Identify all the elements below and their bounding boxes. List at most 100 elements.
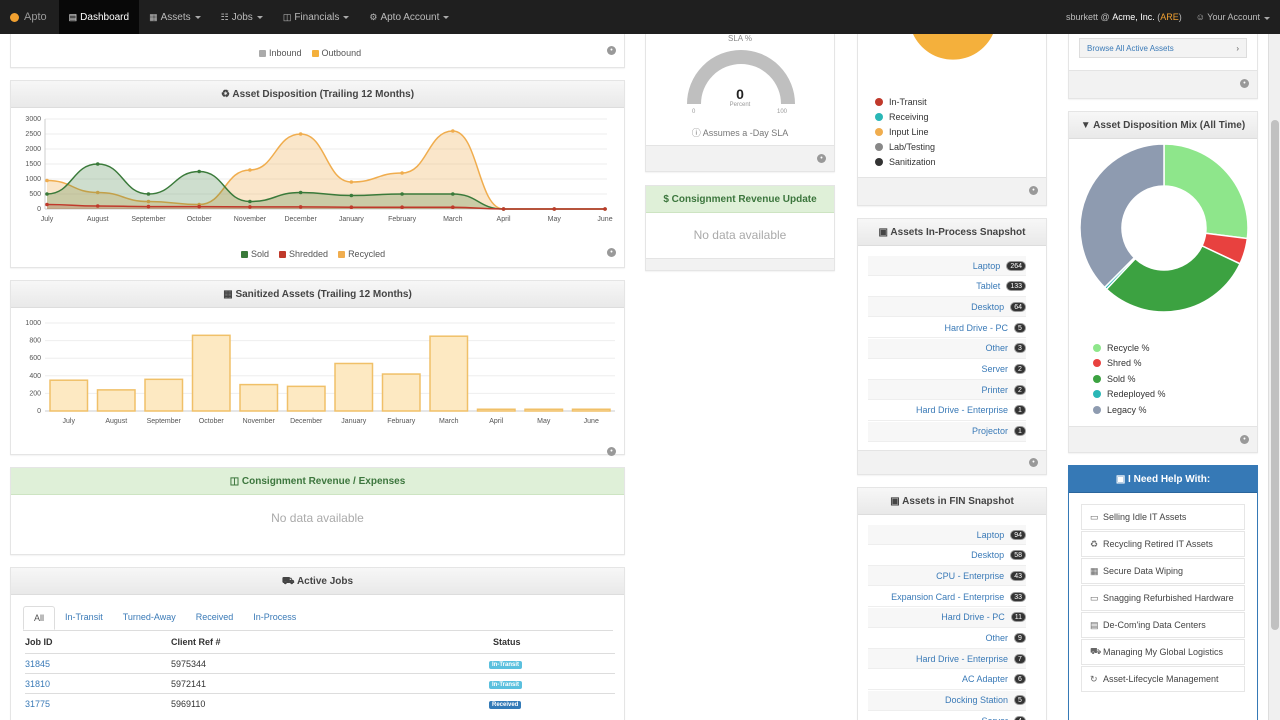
data-point[interactable] xyxy=(146,204,151,209)
bar[interactable] xyxy=(429,335,469,412)
data-point[interactable] xyxy=(197,204,201,209)
snapshot-row[interactable]: Laptop 264 xyxy=(868,256,1026,276)
nav-dashboard[interactable]: ▤ Dashboard xyxy=(58,0,140,34)
snapshot-link[interactable]: Other xyxy=(985,633,1008,643)
help-item-refurbished[interactable]: ▭ Snagging Refurbished Hardware xyxy=(1081,585,1245,611)
legend-item[interactable]: Sold % xyxy=(1093,371,1166,387)
table-row[interactable]: 31845 5975344 In-Transit xyxy=(25,653,615,673)
settings-icon[interactable]: • xyxy=(607,248,616,257)
scrollbar-thumb[interactable] xyxy=(1271,120,1279,630)
tab-all[interactable]: All xyxy=(23,606,56,630)
snapshot-row[interactable]: Projector 1 xyxy=(868,421,1026,442)
bar[interactable] xyxy=(571,408,611,412)
data-point[interactable] xyxy=(248,168,252,172)
snapshot-link[interactable]: Expansion Card - Enterprise xyxy=(891,592,1004,602)
data-point[interactable] xyxy=(349,193,354,198)
donut-slice[interactable] xyxy=(1079,144,1165,289)
snapshot-row[interactable]: Tablet 133 xyxy=(868,277,1026,297)
legend-inbound[interactable]: Inbound xyxy=(259,48,302,58)
snapshot-row[interactable]: Server 4 xyxy=(868,711,1026,720)
data-point[interactable] xyxy=(400,205,404,209)
data-point[interactable] xyxy=(451,192,455,196)
snapshot-row[interactable]: Hard Drive - Enterprise 7 xyxy=(868,649,1026,670)
data-point[interactable] xyxy=(95,162,100,166)
legend-item[interactable]: Lab/Testing xyxy=(875,139,936,154)
help-item-decom[interactable]: ▤ De-Com'ing Data Centers xyxy=(1081,612,1245,638)
bar[interactable] xyxy=(476,408,516,412)
snapshot-row[interactable]: AC Adapter 6 xyxy=(868,670,1026,690)
legend-item[interactable]: Legacy % xyxy=(1093,402,1166,418)
data-point[interactable] xyxy=(45,202,49,207)
settings-icon[interactable]: • xyxy=(1029,186,1038,195)
snapshot-link[interactable]: AC Adapter xyxy=(962,674,1008,684)
data-point[interactable] xyxy=(298,132,303,136)
settings-icon[interactable]: • xyxy=(1240,79,1249,88)
data-point[interactable] xyxy=(248,199,252,204)
snapshot-link[interactable]: Docking Station xyxy=(945,695,1008,705)
legend-shredded[interactable]: Shredded xyxy=(279,249,328,259)
snapshot-link[interactable]: CPU - Enterprise xyxy=(936,571,1004,581)
settings-icon[interactable]: • xyxy=(607,447,616,456)
data-point[interactable] xyxy=(451,129,455,133)
help-item-wiping[interactable]: ▦ Secure Data Wiping xyxy=(1081,558,1245,584)
job-id-link[interactable]: 31775 xyxy=(25,699,50,709)
data-point[interactable] xyxy=(349,205,354,209)
snapshot-link[interactable]: Desktop xyxy=(971,550,1004,560)
tab-received[interactable]: Received xyxy=(186,606,244,630)
settings-icon[interactable]: • xyxy=(607,46,616,55)
snapshot-row[interactable]: Desktop 64 xyxy=(868,297,1026,318)
legend-item[interactable]: Input Line xyxy=(875,124,936,139)
legend-sold[interactable]: Sold xyxy=(241,249,269,259)
table-row[interactable]: 31810 5972141 In-Transit xyxy=(25,673,615,693)
legend-item[interactable]: Redeployed % xyxy=(1093,387,1166,403)
bar[interactable] xyxy=(191,334,231,412)
legend-item[interactable]: Sanitization xyxy=(875,154,936,169)
table-row[interactable]: 31775 5969110 Received xyxy=(25,693,615,713)
help-item-recycling[interactable]: ♻ Recycling Retired IT Assets xyxy=(1081,531,1245,557)
data-point[interactable] xyxy=(451,205,455,209)
tab-in-process[interactable]: In-Process xyxy=(243,606,306,630)
bar[interactable] xyxy=(49,379,89,412)
brand-logo[interactable]: Apto xyxy=(0,0,59,34)
data-point[interactable] xyxy=(197,169,201,174)
nav-apto-account[interactable]: ⚙ Apto Account xyxy=(359,0,459,34)
snapshot-link[interactable]: Hard Drive - PC xyxy=(941,612,1005,622)
bar[interactable] xyxy=(286,385,326,412)
snapshot-row[interactable]: Expansion Card - Enterprise 33 xyxy=(868,587,1026,608)
settings-icon[interactable]: • xyxy=(1029,458,1038,467)
data-point[interactable] xyxy=(298,190,303,195)
data-point[interactable] xyxy=(248,205,252,209)
legend-item[interactable]: Shred % xyxy=(1093,356,1166,372)
bar[interactable] xyxy=(381,373,421,412)
nav-assets[interactable]: ▦ Assets xyxy=(139,0,211,34)
snapshot-link[interactable]: Laptop xyxy=(977,530,1005,540)
snapshot-row[interactable]: CPU - Enterprise 43 xyxy=(868,566,1026,587)
data-point[interactable] xyxy=(45,178,49,183)
data-point[interactable] xyxy=(603,207,607,211)
tab-in-transit[interactable]: In-Transit xyxy=(55,606,113,630)
bar[interactable] xyxy=(144,378,184,412)
bar[interactable] xyxy=(334,362,374,412)
snapshot-link[interactable]: Tablet xyxy=(976,281,1000,291)
snapshot-row[interactable]: Server 2 xyxy=(868,360,1026,380)
data-point[interactable] xyxy=(298,205,303,209)
tab-turned-away[interactable]: Turned-Away xyxy=(113,606,186,630)
bar[interactable] xyxy=(96,389,136,412)
snapshot-row[interactable]: Laptop 94 xyxy=(868,525,1026,545)
snapshot-link[interactable]: Printer xyxy=(981,385,1008,395)
legend-item[interactable]: In-Transit xyxy=(875,94,936,109)
data-point[interactable] xyxy=(400,171,404,175)
help-item-logistics[interactable]: ⛟ Managing My Global Logistics xyxy=(1081,639,1245,665)
your-account-menu[interactable]: ☺ Your Account xyxy=(1196,12,1270,22)
donut-slice[interactable] xyxy=(1163,144,1249,240)
snapshot-link[interactable]: Other xyxy=(985,343,1008,353)
snapshot-link[interactable]: Desktop xyxy=(971,302,1004,312)
help-item-selling[interactable]: ▭ Selling Idle IT Assets xyxy=(1081,504,1245,530)
nav-financials[interactable]: ◫ Financials xyxy=(273,0,360,34)
data-point[interactable] xyxy=(552,207,557,211)
job-id-link[interactable]: 31845 xyxy=(25,659,50,669)
snapshot-row[interactable]: Other 9 xyxy=(868,629,1026,649)
snapshot-link[interactable]: Projector xyxy=(972,426,1008,436)
bar[interactable] xyxy=(239,383,279,412)
snapshot-row[interactable]: Hard Drive - Enterprise 1 xyxy=(868,401,1026,421)
